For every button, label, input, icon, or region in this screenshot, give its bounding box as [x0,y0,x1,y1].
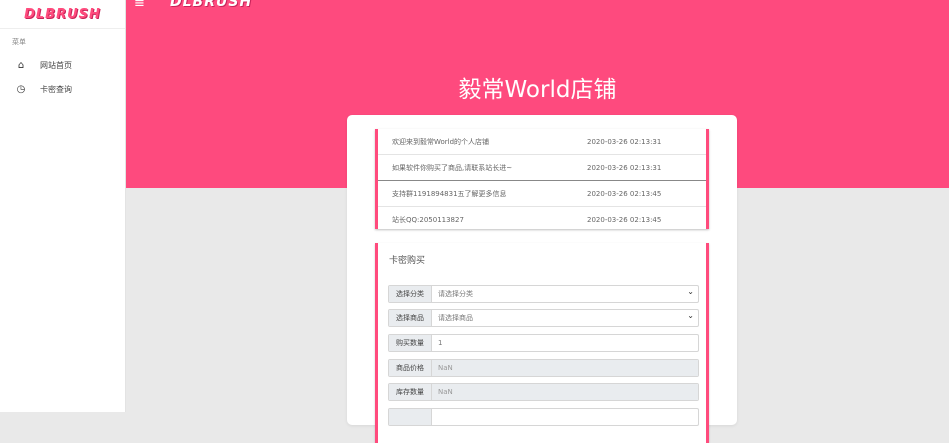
notice-text: 支持群1191894831五了解更多信息 [392,189,507,198]
stock-field: 库存数量 NaN [388,383,699,401]
sidebar-item-card-query[interactable]: ◷ 卡密查询 [0,77,125,101]
globe-icon: ◷ [16,83,26,95]
stock-value: NaN [432,384,698,400]
sidebar: DLBRUSH 菜单 ⌂ 网站首页 ◷ 卡密查询 [0,0,126,412]
home-icon: ⌂ [17,59,25,71]
order-form: 卡密购买 选择分类 请选择分类 ⌄ 选择商品 请选择商品 ⌄ 购买数量 1 商品… [375,243,709,443]
header-logo[interactable]: DLBRUSH [170,0,252,9]
sidebar-item-label: 卡密查询 [40,84,72,94]
sidebar-item-home[interactable]: ⌂ 网站首页 [0,53,125,77]
select-value-text: 请选择商品 [438,314,473,322]
field-label: 选择分类 [389,286,432,302]
order-form-title: 卡密购买 [389,256,426,266]
chevron-down-icon: ⌄ [687,287,694,296]
notice-date: 2020-03-26 02:13:31 [587,163,662,172]
shop-title: 毅常World店铺 [458,77,617,103]
sidebar-logo[interactable]: DLBRUSH [0,0,125,29]
field-label: 商品价格 [389,360,432,376]
sidebar-section-title: 菜单 [12,38,26,46]
main-card: 欢迎来到毅常World的个人店铺 2020-03-26 02:13:31 如果软… [347,115,737,443]
field-label: 选择商品 [389,310,432,326]
product-select[interactable]: 选择商品 请选择商品 ⌄ [388,309,699,327]
notice-date: 2020-03-26 02:13:45 [587,189,662,198]
notice-date: 2020-03-26 02:13:31 [587,137,662,146]
field-label [389,409,432,425]
notice-date: 2020-03-26 02:13:45 [587,215,662,224]
next-field-partial[interactable] [388,408,699,426]
select-value-text: 请选择分类 [438,290,473,298]
field-label: 购买数量 [389,335,432,351]
chevron-down-icon: ⌄ [687,311,694,320]
product-select-value[interactable]: 请选择商品 ⌄ [432,310,698,326]
notice-row: 欢迎来到毅常World的个人店铺 2020-03-26 02:13:31 [378,129,706,155]
category-select[interactable]: 选择分类 请选择分类 ⌄ [388,285,699,303]
notice-row: 站长QQ:2050113827 2020-03-26 02:13:45 [378,207,706,232]
quantity-input[interactable]: 1 [432,335,698,351]
notice-text: 站长QQ:2050113827 [392,215,464,224]
notice-list: 欢迎来到毅常World的个人店铺 2020-03-26 02:13:31 如果软… [375,129,709,229]
sidebar-item-label: 网站首页 [40,60,72,70]
price-value: NaN [432,360,698,376]
price-field: 商品价格 NaN [388,359,699,377]
notice-text: 如果软件你购买了商品,请联系站长进~ [392,163,513,172]
notice-row: 如果软件你购买了商品,请联系站长进~ 2020-03-26 02:13:31 [378,155,706,181]
quantity-field[interactable]: 购买数量 1 [388,334,699,352]
hamburger-icon[interactable]: ≡ [134,0,145,11]
category-select-value[interactable]: 请选择分类 ⌄ [432,286,698,302]
notice-text: 欢迎来到毅常World的个人店铺 [392,137,490,146]
field-label: 库存数量 [389,384,432,400]
field-value[interactable] [432,409,698,425]
notice-row: 支持群1191894831五了解更多信息 2020-03-26 02:13:45 [378,181,706,207]
